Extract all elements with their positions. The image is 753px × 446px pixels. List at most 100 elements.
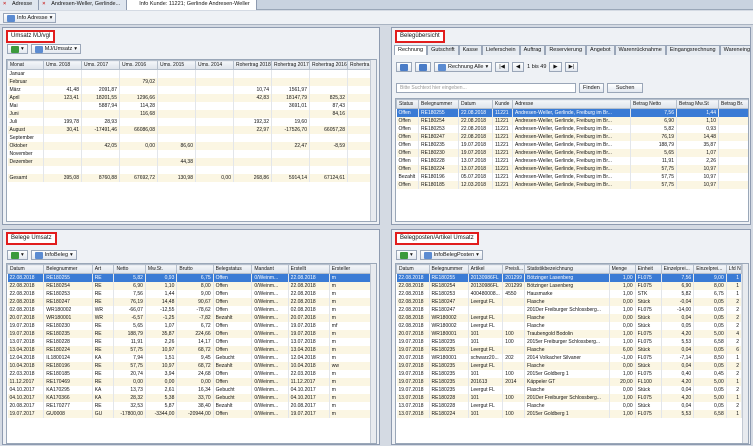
tab-reservierung[interactable]: Reservierung bbox=[545, 45, 587, 55]
table-row[interactable]: 20.08.2017 RE170277 RE 32,53 5,87 38,40 Bezahl… bbox=[7, 401, 372, 410]
column-header[interactable]: Belegnummer bbox=[43, 264, 93, 274]
tab-warenrücknahme[interactable]: Warenrücknahme bbox=[614, 45, 666, 55]
table-row[interactable]: 19.07.2018 RE180235 101 100 2015er Goldberg … bbox=[396, 369, 743, 378]
column-header[interactable]: Kunde bbox=[492, 99, 513, 109]
tab-wareneingang[interactable]: Wareneingang bbox=[719, 45, 750, 55]
belege-umsatz-grid[interactable]: Datum Belegnummer Art Netto Mw.St. Brutto Bele… bbox=[6, 263, 377, 444]
column-header[interactable]: Rohertrag 2017 bbox=[271, 60, 310, 70]
table-row[interactable]: 02.08.2018 WR180002 Leergut FL Flasche 0,00 S… bbox=[396, 321, 743, 330]
column-header[interactable]: Mandant bbox=[251, 264, 289, 274]
infobeleg-dropdown[interactable]: InfoBeleg ▾ bbox=[30, 250, 77, 260]
belege-grid[interactable]: Status Belegnummer Datum Kunde Adresse Betrag… bbox=[395, 98, 749, 222]
column-header[interactable]: Rohertrag 2016 bbox=[309, 60, 348, 70]
print-button[interactable] bbox=[396, 62, 412, 72]
table-row[interactable]: Offen RE180224 13.07.2018 11221 Andresen-Wel… bbox=[396, 164, 748, 173]
column-header[interactable]: Preisli... bbox=[502, 264, 525, 274]
table-row[interactable]: 12.04.2018 IL1800124 KA 7,94 1,51 9,45 Gebucht… bbox=[7, 353, 372, 362]
tab-auftrag[interactable]: Auftrag bbox=[519, 45, 546, 55]
table-row[interactable]: November bbox=[7, 149, 372, 158]
column-header[interactable]: Datum bbox=[396, 264, 430, 274]
table-row[interactable]: Offen RE180247 22.08.2018 11221 Andresen-Wel… bbox=[396, 132, 748, 141]
column-header[interactable]: Betrag Mw.St bbox=[676, 99, 719, 109]
table-row[interactable]: 13.07.2018 RE180224 101 100 2015er Goldberg … bbox=[396, 409, 743, 418]
table-row[interactable]: 19.07.2018 RE180235 Leergut FL Flasche 0,00 S… bbox=[396, 385, 743, 394]
table-row[interactable]: Juli 199,78 28,93 192,32 19,60 bbox=[7, 117, 372, 126]
column-header[interactable]: Lfd Nr bbox=[725, 264, 743, 274]
column-header[interactable]: Einzelprei... bbox=[660, 264, 695, 274]
table-row[interactable]: Offen RE180254 22.08.2018 11221 Andresen-Wel… bbox=[396, 116, 748, 125]
column-header[interactable]: Ums. 2015 bbox=[157, 60, 196, 70]
tab-gutschrift[interactable]: Gutschrift bbox=[427, 45, 459, 55]
table-row[interactable]: 22.08.2018 RE180253 400480008... 4550 Hausma… bbox=[396, 289, 743, 298]
table-row[interactable]: 22.08.2018 RE180254 RE 6,90 1,10 8,00 Offen 0/W… bbox=[7, 281, 372, 290]
tab-rechnung[interactable]: Rechnung bbox=[394, 45, 428, 55]
table-row[interactable]: Juni 116,68 84,16 bbox=[7, 109, 372, 118]
column-header[interactable]: Netto bbox=[113, 264, 146, 274]
column-header[interactable]: Einheit bbox=[634, 264, 662, 274]
last-page-button[interactable]: ▶| bbox=[564, 62, 579, 72]
column-header[interactable]: Betrag Netto bbox=[630, 99, 677, 109]
column-header[interactable]: Rohertrag 2018 bbox=[233, 60, 272, 70]
infobelegposten-dropdown[interactable]: InfoBelegPosten ▾ bbox=[419, 250, 483, 260]
close-icon[interactable]: × bbox=[3, 1, 6, 7]
vertical-scrollbar[interactable] bbox=[742, 264, 748, 443]
doc-tab-customer[interactable]: × Andresen-Weller, Gerlinde... bbox=[39, 0, 128, 10]
tab-kasse[interactable]: Kasse bbox=[458, 45, 482, 55]
column-header[interactable]: Belegnummer bbox=[418, 99, 459, 109]
next-page-button[interactable]: ▶ bbox=[549, 62, 562, 72]
search-input[interactable]: Bitte Suchtext hier eingeben... bbox=[396, 83, 576, 93]
table-row[interactable]: 04.10.2017 KA170295 KA 13,73 2,61 16,34 Gebuch… bbox=[7, 385, 372, 394]
column-header[interactable]: Datum bbox=[458, 99, 493, 109]
table-row[interactable]: 19.07.2018 RE180235 201613 2014 Käppeler GT 2… bbox=[396, 377, 743, 386]
table-row[interactable]: Offen RE180228 13.07.2018 11221 Andresen-Wel… bbox=[396, 156, 748, 165]
table-row[interactable]: Offen RE180255 22.08.2018 11221 Andresen-Wel… bbox=[396, 108, 748, 117]
column-header[interactable]: Belegnummer bbox=[428, 264, 469, 274]
tab-angebot[interactable]: Angebot bbox=[586, 45, 615, 55]
tab-lieferschein[interactable]: Lieferschein bbox=[481, 45, 520, 55]
column-header[interactable]: Ersteller bbox=[328, 264, 372, 274]
table-row[interactable]: 20.07.2018 WR180001 schwarz20... 202 2014 Vo… bbox=[396, 353, 743, 362]
column-header[interactable]: Adresse bbox=[512, 99, 631, 109]
column-header[interactable]: Rohertra bbox=[347, 60, 372, 70]
prev-page-button[interactable]: ◀ bbox=[511, 62, 525, 72]
export-button[interactable]: ▾ bbox=[7, 250, 28, 260]
table-row[interactable]: 19.07.2018 RE180235 RE 188,79 35,87 224,66 Off… bbox=[7, 329, 372, 338]
mj-umsatz-dropdown[interactable]: MJ/Umsatz ▾ bbox=[30, 44, 82, 54]
table-row[interactable]: 22.08.2018 RE180255 RE 5,82 0,93 6,75 Offen 0/W… bbox=[7, 273, 372, 282]
table-row[interactable]: Februar 79,02 bbox=[7, 77, 372, 86]
table-row[interactable]: Mai 5887,94 114,28 3691,01 87,43 bbox=[7, 101, 372, 110]
table-row[interactable]: Offen RE180230 19.07.2018 11221 Andresen-Wel… bbox=[396, 148, 748, 157]
table-row[interactable]: 13.07.2018 RE180228 RE 11,91 2,26 14,17 Offen 0… bbox=[7, 337, 372, 346]
column-header[interactable]: Menge bbox=[608, 264, 636, 274]
vertical-scrollbar[interactable] bbox=[370, 264, 376, 443]
table-row[interactable]: 19.07.2018 RE180230 RE 5,65 1,07 6,72 Offen 0/W… bbox=[7, 321, 372, 330]
copy-button[interactable] bbox=[415, 62, 431, 72]
tab-eingangsrechnung[interactable]: Eingangsrechnung bbox=[665, 45, 720, 55]
table-row[interactable]: 22.03.2018 RE180185 RE 20,74 3,94 24,68 Offen 0… bbox=[7, 369, 372, 378]
column-header[interactable]: Status bbox=[396, 99, 419, 109]
umsatz-grid[interactable]: Monat Ums. 2018 Ums. 2017 Ums. 2016 Ums. 201… bbox=[6, 59, 377, 222]
column-header[interactable]: Ums. 2017 bbox=[81, 60, 120, 70]
table-row[interactable]: 02.08.2018 WR180002 Leergut FL Flasche 0,00 S… bbox=[396, 313, 743, 322]
table-row[interactable]: Gesamt 395,08 8760,88 67692,72 130,98 0,00 268… bbox=[7, 173, 372, 182]
table-row[interactable]: Offen RE180235 19.07.2018 11221 Andresen-Wel… bbox=[396, 140, 748, 149]
close-icon[interactable]: × bbox=[42, 1, 45, 7]
table-row[interactable]: Januar bbox=[7, 69, 372, 78]
column-header[interactable]: Datum bbox=[7, 264, 45, 274]
table-row[interactable]: Offen RE180185 12.03.2018 11221 Andresen-Wel… bbox=[396, 180, 748, 189]
table-row[interactable]: September bbox=[7, 133, 372, 142]
table-row[interactable] bbox=[7, 165, 372, 174]
column-header[interactable]: Ums. 2018 bbox=[43, 60, 82, 70]
column-header[interactable]: Brutto bbox=[176, 264, 214, 274]
table-row[interactable]: 22.08.2018 RE180253 RE 7,56 1,44 9,00 Offen 0/W… bbox=[7, 289, 372, 298]
find-button[interactable]: Finden bbox=[579, 83, 604, 93]
table-row[interactable]: 22.08.2018 RE180254 20130986FL 201299 Bötzin… bbox=[396, 281, 743, 290]
column-header[interactable]: Ums. 2014 bbox=[195, 60, 234, 70]
table-row[interactable]: 22.08.2018 RE180247 201Der Freiburger Schl… bbox=[396, 305, 743, 314]
table-row[interactable]: 13.07.2018 RE180228 101 100 201Der Freiburge… bbox=[396, 393, 743, 402]
table-row[interactable]: März 41,48 2091,87 10,74 1561,97 bbox=[7, 85, 372, 94]
column-header[interactable]: Belegstatus bbox=[212, 264, 253, 274]
table-row[interactable]: 22.08.2018 RE180255 20130986FL 201299 Bötzin… bbox=[396, 273, 743, 282]
column-header[interactable]: Erstellt bbox=[287, 264, 330, 274]
column-header[interactable]: Monat bbox=[7, 60, 44, 70]
